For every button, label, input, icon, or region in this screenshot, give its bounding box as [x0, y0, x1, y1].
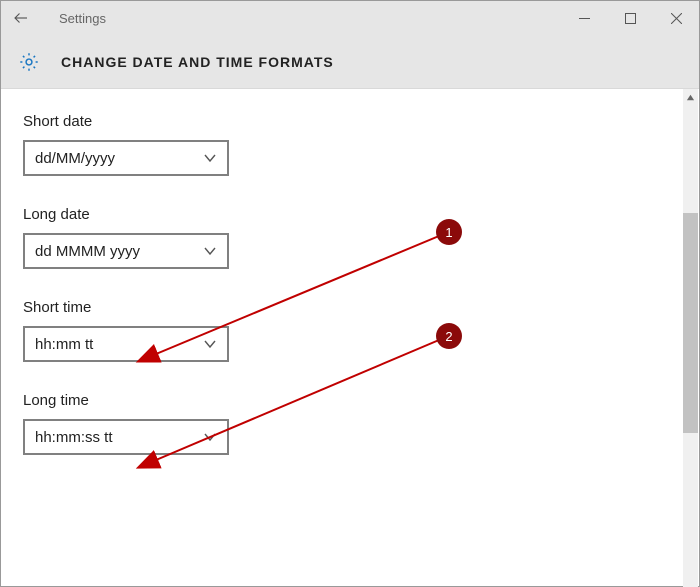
titlebar: Settings: [1, 1, 699, 35]
field-long-date: Long date dd MMMM yyyy: [23, 206, 677, 269]
field-short-date: Short date dd/MM/yyyy: [23, 113, 677, 176]
label-short-date: Short date: [23, 113, 677, 130]
chevron-down-icon: [203, 151, 217, 165]
select-short-time[interactable]: hh:mm tt: [23, 326, 229, 362]
scrollbar-thumb[interactable]: [683, 213, 698, 433]
page-header: CHANGE DATE AND TIME FORMATS: [1, 35, 699, 89]
scroll-up-icon[interactable]: [683, 89, 698, 105]
select-long-time-value: hh:mm:ss tt: [35, 429, 113, 446]
select-long-date[interactable]: dd MMMM yyyy: [23, 233, 229, 269]
close-button[interactable]: [653, 1, 699, 35]
field-long-time: Long time hh:mm:ss tt: [23, 392, 677, 455]
maximize-button[interactable]: [607, 1, 653, 35]
select-short-date-value: dd/MM/yyyy: [35, 150, 115, 167]
chevron-down-icon: [203, 244, 217, 258]
page-title: CHANGE DATE AND TIME FORMATS: [61, 54, 334, 70]
select-long-time[interactable]: hh:mm:ss tt: [23, 419, 229, 455]
window-title: Settings: [41, 11, 106, 26]
select-short-time-value: hh:mm tt: [35, 336, 93, 353]
field-short-time: Short time hh:mm tt: [23, 299, 677, 362]
settings-window: Settings CHANGE DATE AND TIME FORMATS Sh…: [0, 0, 700, 587]
content-area: Short date dd/MM/yyyy Long date dd MMMM …: [1, 89, 699, 586]
select-short-date[interactable]: dd/MM/yyyy: [23, 140, 229, 176]
select-long-date-value: dd MMMM yyyy: [35, 243, 140, 260]
chevron-down-icon: [203, 430, 217, 444]
label-short-time: Short time: [23, 299, 677, 316]
gear-icon: [17, 50, 41, 74]
chevron-down-icon: [203, 337, 217, 351]
vertical-scrollbar[interactable]: [683, 89, 698, 587]
label-long-time: Long time: [23, 392, 677, 409]
minimize-button[interactable]: [561, 1, 607, 35]
window-controls: [561, 1, 699, 35]
back-button[interactable]: [1, 1, 41, 35]
label-long-date: Long date: [23, 206, 677, 223]
